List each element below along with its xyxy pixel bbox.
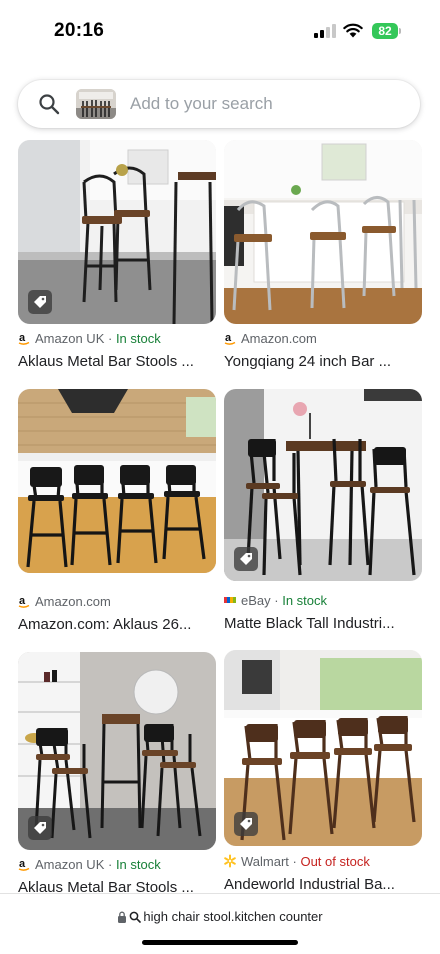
source-name: Amazon.com xyxy=(241,331,317,346)
stock-status: In stock xyxy=(115,331,161,346)
source-name: Amazon UK xyxy=(35,331,105,346)
search-bar[interactable]: Add to your search xyxy=(18,80,420,128)
source-name: eBay xyxy=(241,593,271,608)
source-separator: · xyxy=(104,857,116,872)
home-indicator[interactable] xyxy=(142,940,298,945)
result-card[interactable]: Walmart · Out of stock Andeworld Industr… xyxy=(224,650,422,893)
result-card[interactable]: a Amazon UK · In stock Aklaus Metal Bar … xyxy=(18,652,216,896)
result-title[interactable]: Yongqiang 24 inch Bar ... xyxy=(224,353,422,370)
svg-text:a: a xyxy=(225,332,232,344)
product-image[interactable] xyxy=(224,140,422,324)
ebay-logo-icon xyxy=(224,597,236,603)
result-source: Walmart · Out of stock xyxy=(224,854,422,872)
wifi-icon xyxy=(343,23,363,38)
amazon-logo-icon: a xyxy=(18,332,30,345)
lock-icon xyxy=(118,911,127,923)
product-image[interactable] xyxy=(224,650,422,846)
amazon-logo-icon: a xyxy=(224,332,236,345)
source-name: Amazon UK xyxy=(35,857,105,872)
result-title[interactable]: Aklaus Metal Bar Stools ... xyxy=(18,353,216,370)
search-small-icon xyxy=(130,911,142,923)
price-tag-icon xyxy=(234,812,258,836)
stock-status: In stock xyxy=(282,593,327,608)
amazon-logo-icon: a xyxy=(18,858,30,871)
result-title[interactable]: Amazon.com: Aklaus 26... xyxy=(18,616,216,633)
result-source: eBay · In stock xyxy=(224,593,422,611)
address-bar[interactable]: high chair stool.kitchen counter xyxy=(0,893,440,954)
price-tag-icon xyxy=(28,290,52,314)
price-tag-icon xyxy=(234,547,258,571)
search-icon[interactable] xyxy=(38,93,60,115)
result-source: a Amazon UK · In stock xyxy=(18,331,216,349)
source-name: Amazon.com xyxy=(35,594,111,609)
source-separator: · xyxy=(288,854,301,869)
battery-indicator: 82 xyxy=(372,23,398,39)
url-text[interactable]: high chair stool.kitchen counter xyxy=(143,909,322,924)
walmart-logo-icon xyxy=(224,854,236,868)
result-card[interactable]: a Amazon.com Yongqiang 24 inch Bar ... xyxy=(224,140,422,370)
result-source: a Amazon.com xyxy=(18,594,216,612)
result-source: a Amazon UK · In stock xyxy=(18,857,216,875)
product-image[interactable] xyxy=(18,652,216,850)
battery-tip xyxy=(399,28,401,34)
result-title[interactable]: Andeworld Industrial Ba... xyxy=(224,876,422,893)
svg-text:a: a xyxy=(19,595,26,607)
stock-status: In stock xyxy=(115,857,161,872)
stock-status: Out of stock xyxy=(300,854,370,869)
product-image[interactable] xyxy=(18,140,216,324)
price-tag-icon xyxy=(28,816,52,840)
product-image[interactable] xyxy=(18,389,216,573)
svg-text:a: a xyxy=(19,858,26,870)
search-image-thumbnail[interactable] xyxy=(76,89,116,119)
status-time: 20:16 xyxy=(54,20,105,41)
result-card[interactable]: a Amazon UK · In stock Aklaus Metal Bar … xyxy=(18,140,216,370)
search-placeholder[interactable]: Add to your search xyxy=(130,94,273,114)
cellular-signal-icon xyxy=(314,24,336,38)
status-bar: 20:16 82 xyxy=(0,0,440,66)
source-separator: · xyxy=(104,331,116,346)
source-separator: · xyxy=(270,593,283,608)
result-source: a Amazon.com xyxy=(224,331,422,349)
url-display[interactable]: high chair stool.kitchen counter xyxy=(0,909,440,924)
amazon-logo-icon: a xyxy=(18,595,30,608)
product-image[interactable] xyxy=(224,389,422,581)
result-title[interactable]: Matte Black Tall Industri... xyxy=(224,615,422,632)
result-card[interactable]: a Amazon.com Amazon.com: Aklaus 26... xyxy=(18,389,216,633)
source-name: Walmart xyxy=(241,854,289,869)
svg-text:a: a xyxy=(19,332,26,344)
result-card[interactable]: eBay · In stock Matte Black Tall Industr… xyxy=(224,389,422,632)
